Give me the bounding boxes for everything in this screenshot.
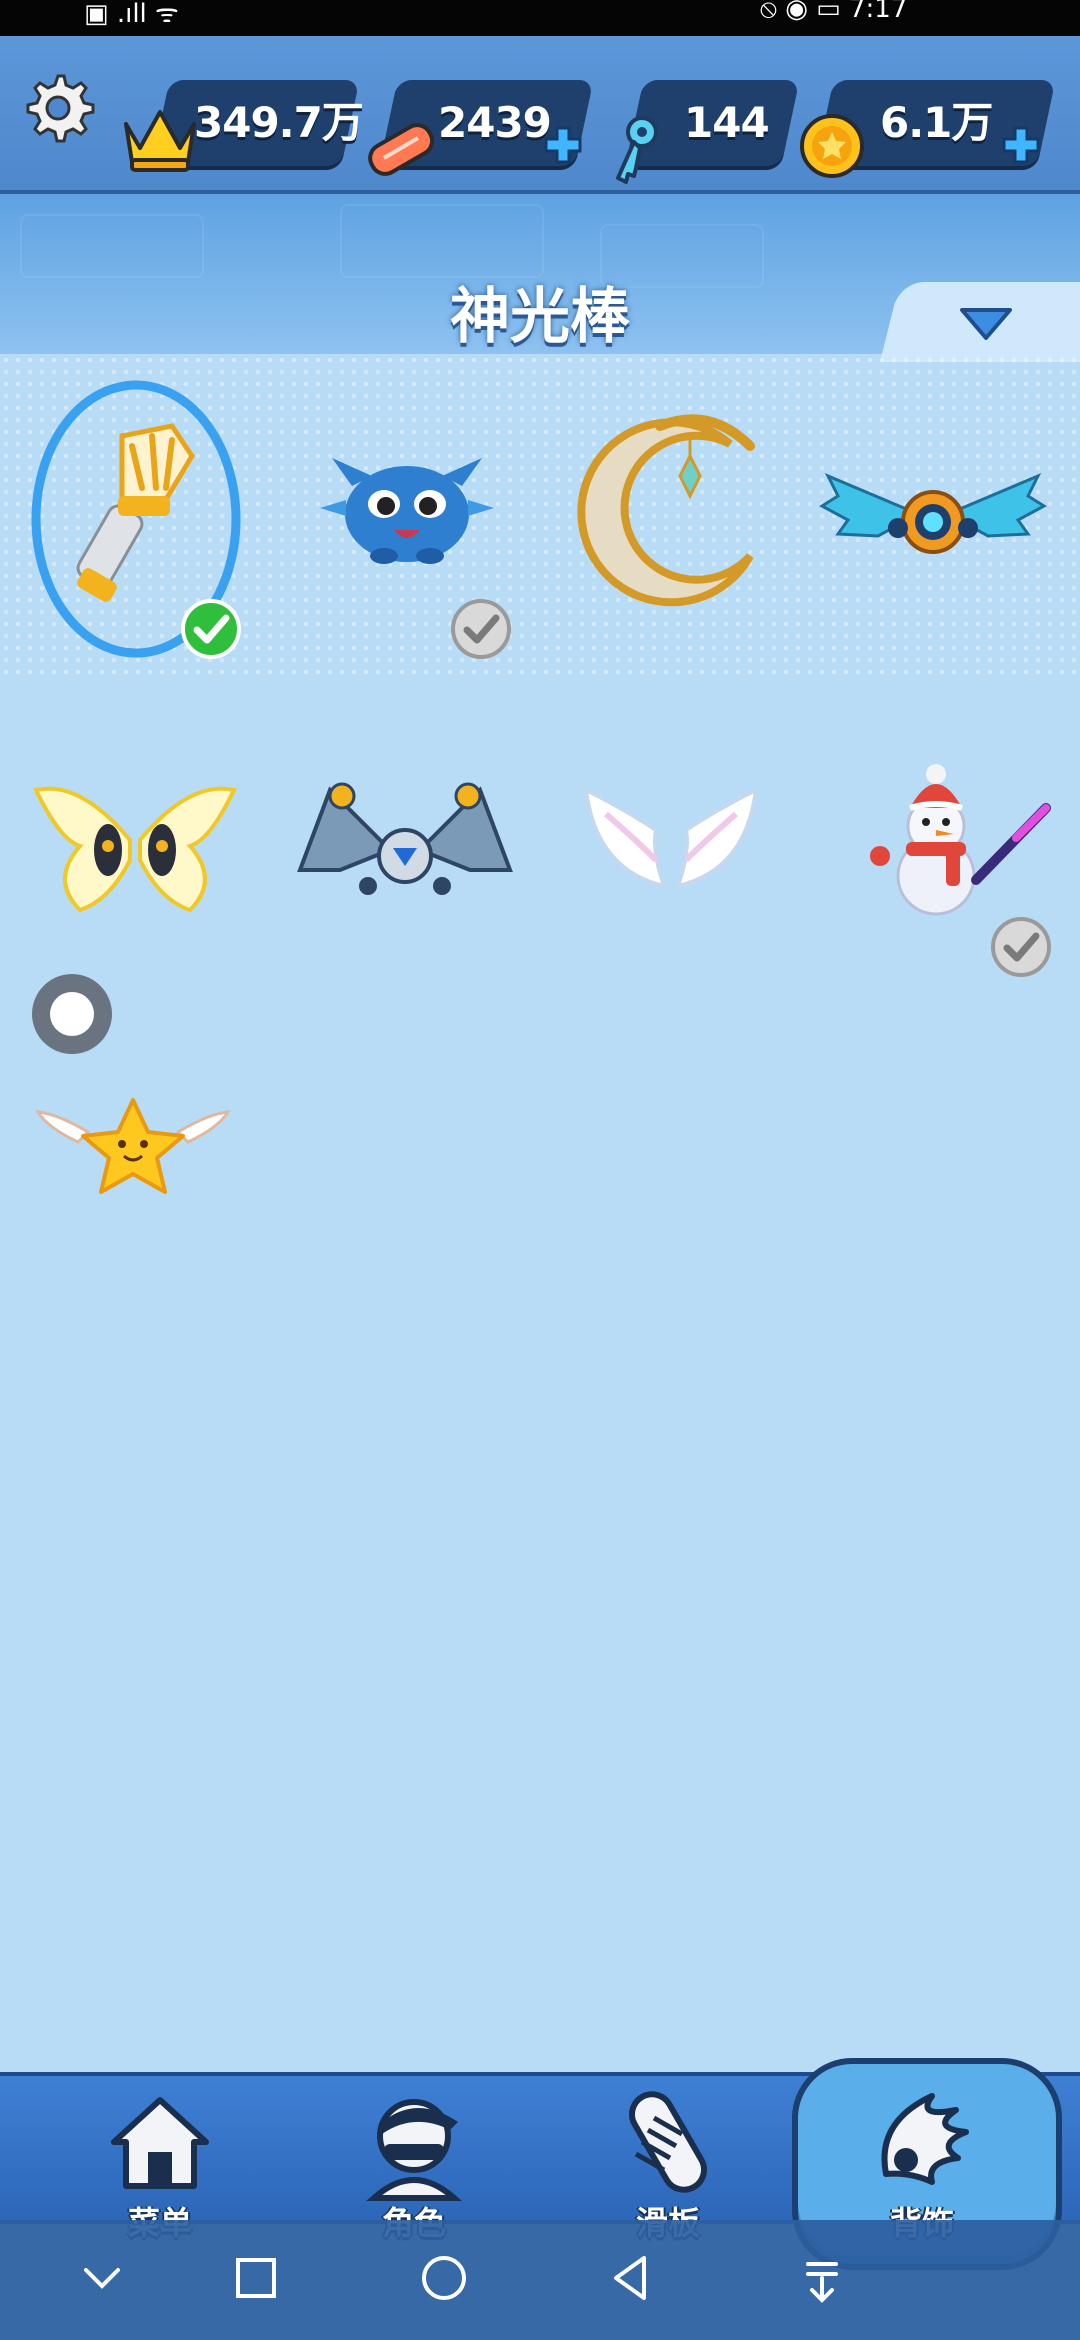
menu-down-icon[interactable] [792, 2248, 852, 2308]
item-light-wand[interactable] [22, 396, 252, 626]
back-triangle-icon[interactable] [602, 2248, 662, 2308]
item-mech-blue-wings[interactable] [818, 396, 1048, 626]
character-icon [366, 2099, 462, 2201]
circle-icon[interactable] [414, 2248, 474, 2308]
item-robot-jet-wings[interactable] [290, 730, 520, 960]
item-golden-crescent[interactable] [560, 396, 790, 626]
square-icon[interactable] [226, 2248, 286, 2308]
crown-icon [120, 104, 200, 174]
system-nav-bar [0, 2220, 1080, 2340]
golden-crescent-icon [577, 414, 755, 607]
coin-icon [796, 110, 868, 182]
angel-wings-icon [583, 786, 759, 889]
home-icon [111, 2097, 209, 2189]
chevron-down-icon[interactable] [72, 2248, 132, 2308]
status-right: ⦸ ◉ ▭ 7:17 [760, 0, 908, 24]
skateboard-icon [629, 2091, 707, 2193]
hoverboard-plus-button[interactable] [542, 124, 584, 166]
item-winged-star[interactable] [18, 1032, 248, 1262]
coin-plus-button[interactable] [1000, 124, 1042, 166]
item-blue-blob-pet[interactable] [292, 396, 522, 626]
owned-check-icon [990, 916, 1052, 978]
item-butterfly-wings[interactable] [20, 730, 250, 960]
light-wand-icon [76, 423, 195, 602]
coin-value: 6.1万 [880, 98, 993, 147]
winged-star-icon [35, 1098, 231, 1194]
butterfly-wings-icon [33, 786, 237, 913]
equipped-check-icon [180, 598, 242, 660]
status-bar: ▣ .ıll ᯤ ⦸ ◉ ▭ 7:17 [0, 0, 1080, 36]
key-icon [604, 112, 668, 192]
item-angel-wings[interactable] [556, 730, 786, 960]
status-left: ▣ .ıll ᯤ [84, 0, 179, 29]
banner-brick [340, 204, 544, 278]
key-value: 144 [684, 98, 770, 147]
robot-jet-wings-icon [297, 782, 513, 895]
owned-check-icon [450, 598, 512, 660]
blue-blob-pet-icon [320, 458, 494, 564]
wing-icon [881, 2093, 969, 2185]
category-title: 神光棒 [450, 282, 630, 352]
crown-value: 349.7万 [194, 98, 364, 147]
mech-blue-wings-icon [819, 473, 1047, 554]
hoverboard-value: 2439 [438, 98, 552, 147]
hoverboard-ticket-icon [362, 114, 442, 184]
gear-icon[interactable] [20, 70, 96, 146]
